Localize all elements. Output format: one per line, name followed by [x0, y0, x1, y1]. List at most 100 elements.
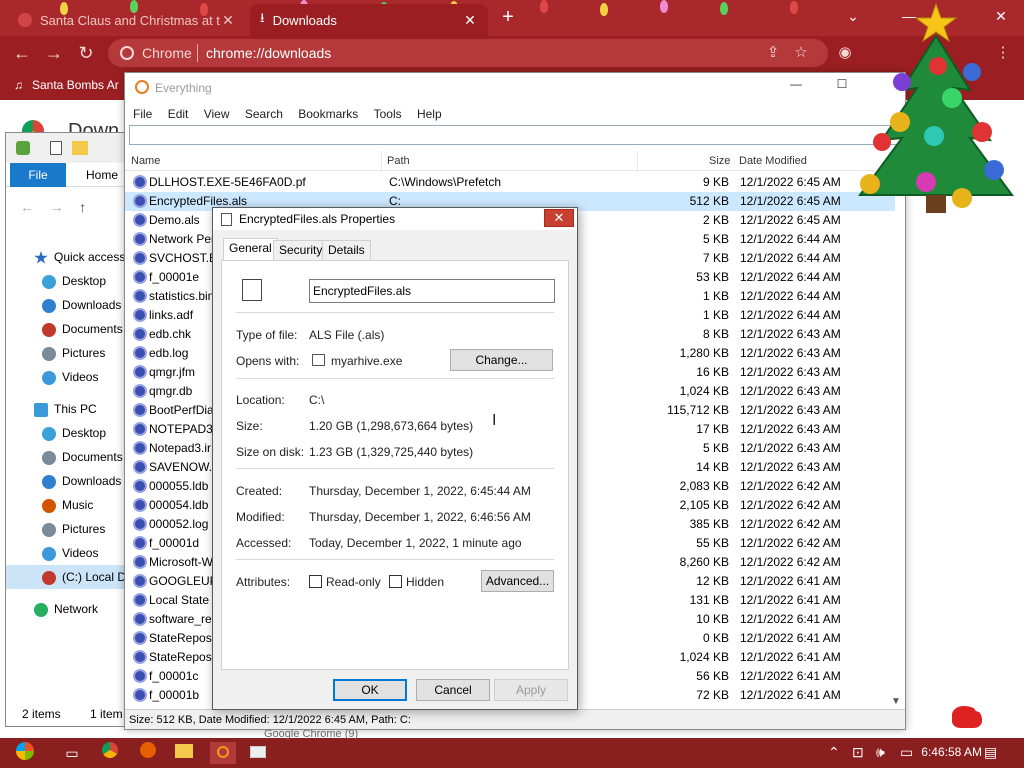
explorer-nav-local-disk[interactable]: (C:) Local D — [6, 565, 141, 589]
checkbox-icon[interactable] — [50, 141, 62, 155]
show-hidden-icons-chevron-icon[interactable]: ⌃ — [828, 744, 840, 761]
explorer-nav-music[interactable]: Music — [6, 493, 141, 517]
change-button[interactable]: Change... — [450, 349, 553, 371]
row-name: Notepad3.ir — [149, 441, 212, 455]
menu-search[interactable]: Search — [245, 103, 283, 125]
explorer-nav-videos[interactable]: Videos — [6, 365, 141, 389]
row-size: 5 KB — [702, 232, 729, 246]
row-name: qmgr.jfm — [149, 365, 196, 379]
readonly-checkbox[interactable] — [309, 575, 322, 588]
bookmark-santa-bombs[interactable]: Santa Bombs Ar — [32, 78, 119, 92]
row-size: 131 KB — [689, 593, 729, 607]
explorer-nav-quick-access[interactable]: Quick access — [6, 245, 141, 269]
explorer-nav-desktop-pc[interactable]: Desktop — [6, 421, 141, 445]
row-date: 12/1/2022 6:43 AM — [740, 441, 841, 455]
file-icon — [133, 175, 147, 189]
column-divider[interactable] — [637, 151, 638, 171]
menu-file[interactable]: File — [133, 103, 152, 125]
menu-edit[interactable]: Edit — [168, 103, 189, 125]
column-date-modified[interactable]: Date Modified — [739, 155, 807, 167]
menu-view[interactable]: View — [204, 103, 230, 125]
minimize-button[interactable]: — — [779, 77, 813, 99]
column-size[interactable]: Size — [709, 155, 730, 167]
menu-tools[interactable]: Tools — [374, 103, 402, 125]
row-name: f_00001e — [149, 270, 200, 284]
column-name[interactable]: Name — [131, 155, 160, 167]
up-arrow-icon[interactable]: ↑ — [79, 199, 86, 215]
network-icon[interactable]: ⊡ — [852, 744, 864, 761]
row-size: 1,280 KB — [679, 346, 729, 360]
explorer-nav-documents[interactable]: Documents — [6, 317, 141, 341]
tab-santa-claus[interactable]: Santa Claus and Christmas at th ✕ — [8, 4, 246, 36]
new-tab-button[interactable]: + — [498, 7, 518, 28]
firefox-taskbar-icon[interactable] — [136, 742, 160, 764]
keyboard-icon[interactable]: ▭ — [900, 744, 913, 761]
tab-details[interactable]: Details — [322, 240, 371, 260]
table-row[interactable]: DLLHOST.EXE-5E46FA0D.pf C:\Windows\Prefet… — [125, 173, 895, 192]
advanced-button[interactable]: Advanced... — [481, 570, 554, 592]
file-name-input[interactable]: EncryptedFiles.als — [309, 279, 555, 303]
apply-button[interactable]: Apply — [494, 679, 568, 701]
explorer-nav-documents-pc[interactable]: Documents — [6, 445, 141, 469]
tab-downloads[interactable]: ⭳ Downloads ✕ — [250, 4, 488, 36]
explorer-nav-this-pc[interactable]: This PC — [6, 397, 141, 421]
column-divider[interactable] — [381, 151, 382, 171]
explorer-nav-pictures-pc[interactable]: Pictures — [6, 517, 141, 541]
task-view-icon[interactable]: ▭ — [60, 742, 84, 764]
hidden-chrome-window-label: Google Chrome (9) — [264, 728, 359, 740]
everything-search-input[interactable] — [129, 125, 901, 145]
explorer-nav-network[interactable]: Network — [6, 597, 141, 621]
notifications-icon[interactable]: ▤ — [984, 744, 997, 761]
explorer-nav-downloads[interactable]: Downloads — [6, 293, 141, 317]
explorer-nav-downloads-pc[interactable]: Downloads — [6, 469, 141, 493]
address-bar[interactable]: Chrome chrome://downloads — [108, 39, 828, 67]
chrome-taskbar-icon[interactable] — [98, 742, 122, 764]
readonly-label: Read-only — [326, 575, 381, 589]
reload-button[interactable]: ↻ — [74, 41, 98, 65]
cancel-button[interactable]: Cancel — [416, 679, 490, 701]
tab-general[interactable]: General — [223, 238, 278, 261]
tab-close-icon[interactable]: ✕ — [220, 12, 236, 29]
ribbon-file-tab[interactable]: File — [10, 163, 66, 187]
file-icon — [133, 517, 147, 531]
divider — [236, 468, 554, 469]
ribbon-home-tab[interactable]: Home — [72, 163, 132, 187]
forward-arrow-icon[interactable]: → — [50, 199, 64, 215]
back-button[interactable]: ← — [10, 41, 34, 65]
type-value: ALS File (.als) — [309, 328, 385, 342]
row-path: C: — [389, 194, 401, 208]
folder-icon[interactable] — [72, 141, 88, 155]
size-on-disk-label: Size on disk: — [236, 445, 305, 459]
forward-button[interactable]: → — [42, 41, 66, 65]
bookmark-star-icon[interactable]: ☆ — [790, 42, 812, 64]
explorer-nav-pictures[interactable]: Pictures — [6, 341, 141, 365]
explorer-nav-videos-pc[interactable]: Videos — [6, 541, 141, 565]
vertical-scrollbar[interactable]: ▼ — [889, 173, 903, 709]
modified-value: Thursday, December 1, 2022, 6:46:56 AM — [309, 510, 531, 524]
file-explorer-taskbar-icon[interactable] — [172, 742, 196, 764]
volume-icon[interactable]: 🕪 — [876, 744, 885, 761]
row-name: software_rep — [149, 612, 219, 626]
file-properties-dialog: EncryptedFiles.als Properties ✕ General … — [212, 207, 578, 710]
column-path[interactable]: Path — [387, 155, 410, 167]
menu-help[interactable]: Help — [417, 103, 442, 125]
start-button-icon[interactable] — [10, 742, 40, 764]
hidden-checkbox[interactable] — [389, 575, 402, 588]
explorer-nav-desktop[interactable]: Desktop — [6, 269, 141, 293]
file-icon — [133, 194, 147, 208]
ok-button[interactable]: OK — [333, 679, 407, 701]
properties-taskbar-icon[interactable] — [246, 742, 270, 764]
scroll-down-arrow-icon[interactable]: ▼ — [891, 696, 901, 707]
taskbar-clock[interactable]: 6:46:58 AM — [921, 745, 982, 759]
pictures-icon — [42, 346, 56, 361]
row-name: EncryptedFiles.als — [149, 194, 248, 208]
menu-bookmarks[interactable]: Bookmarks — [298, 103, 358, 125]
everything-taskbar-icon[interactable] — [210, 742, 236, 764]
tab-title: Downloads — [272, 12, 337, 28]
close-button[interactable]: ✕ — [544, 209, 574, 227]
tab-security[interactable]: Security — [273, 240, 329, 260]
back-arrow-icon[interactable]: ← — [20, 199, 34, 215]
tab-close-icon[interactable]: ✕ — [462, 12, 478, 29]
share-icon[interactable]: ⇪ — [762, 42, 784, 64]
documents-icon — [42, 322, 56, 337]
